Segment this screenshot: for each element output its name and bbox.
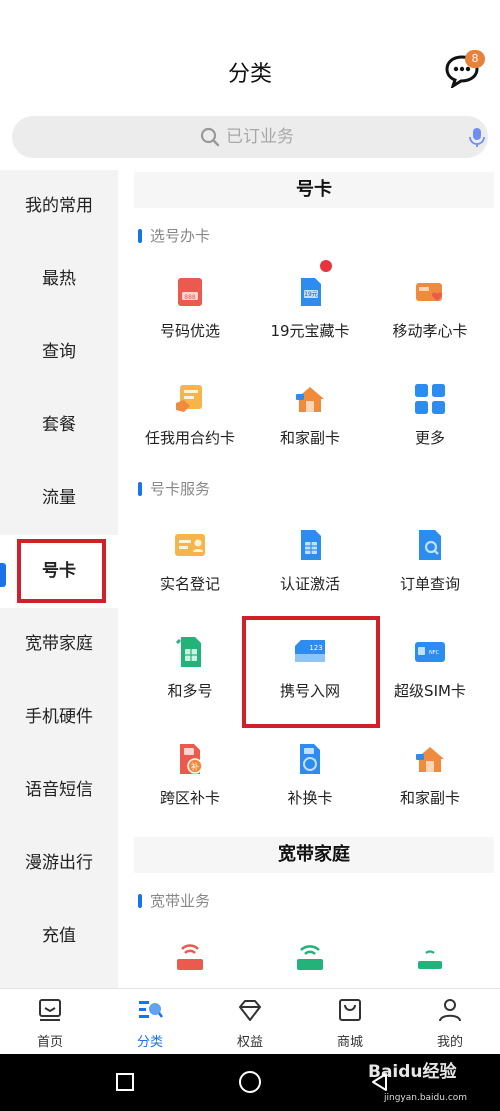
tab-mine[interactable]: 我的 [400, 989, 500, 1055]
svg-text:补: 补 [191, 762, 199, 772]
sidebar-item-roaming[interactable]: 漫游出行 [0, 827, 118, 900]
sidebar-item-query[interactable]: 查询 [0, 316, 118, 389]
sidebar-item-hardware[interactable]: 手机硬件 [0, 681, 118, 754]
highlight-box-port-in [242, 616, 380, 728]
sim-replace-icon: 补 [180, 744, 203, 774]
sidebar-item-voice-sms[interactable]: 语音短信 [0, 754, 118, 827]
router-small-icon [418, 950, 442, 969]
group-title-choose-number: 选号办卡 [138, 226, 210, 246]
microphone-icon[interactable] [466, 126, 488, 148]
category-icon [139, 1001, 163, 1018]
multi-number-icon [176, 637, 201, 667]
sidebar-item-recharge[interactable]: 充值 [0, 900, 118, 973]
header: 分类 8 [0, 0, 500, 106]
section-title-broadband: 宽带家庭 [134, 837, 494, 873]
wifi-router-icon [297, 945, 323, 970]
app-screen: 分类 8 我的常用 最热 查询 套餐 流量 号卡 宽带家庭 手机硬件 语音短 [0, 0, 500, 1111]
sidebar-item-hottest[interactable]: 最热 [0, 243, 118, 316]
watermark-url: jingyan.baidu.com [384, 1093, 468, 1103]
sim-swap-icon [300, 744, 320, 774]
service-cross-region-replace[interactable]: 补 跨区补卡 [130, 741, 250, 831]
nfc-sim-icon: NFC [415, 642, 445, 662]
group-title-broadband-services: 宽带业务 [138, 891, 210, 911]
service-auth-activate[interactable]: 认证激活 [250, 527, 370, 617]
service-filial-card[interactable]: 移动孝心卡 [370, 274, 490, 364]
sim-activate-icon [301, 530, 321, 560]
group-title-card-services: 号卡服务 [138, 479, 210, 499]
active-indicator [0, 563, 6, 587]
category-content: 号卡 选号办卡 888 号码优选 19元 19元宝藏卡 移动孝心卡 任我用合约卡… [118, 170, 500, 988]
tab-home[interactable]: 首页 [0, 989, 100, 1055]
sidebar-item-plans[interactable]: 套餐 [0, 389, 118, 462]
order-search-icon [419, 530, 441, 560]
family-house-icon [416, 747, 444, 772]
more-grid-icon [415, 384, 445, 414]
home-icon [39, 999, 61, 1021]
family-house-icon [296, 387, 324, 412]
page-title: 分类 [227, 62, 272, 87]
shop-bag-icon [339, 999, 361, 1021]
service-contract-card[interactable]: 任我用合约卡 [130, 381, 250, 471]
card-number-icon: 888 [178, 278, 202, 306]
service-replace-card[interactable]: 补换卡 [250, 741, 370, 831]
section-title-sim: 号卡 [134, 172, 494, 208]
tab-benefits[interactable]: 权益 [200, 989, 300, 1055]
service-number-select[interactable]: 888 号码优选 [130, 274, 250, 364]
service-19-treasure-card[interactable]: 19元 19元宝藏卡 [250, 260, 370, 364]
tab-mall[interactable]: 商城 [300, 989, 400, 1055]
watermark-logo: Baidu经验 [368, 1062, 457, 1082]
service-family-sub-card-2[interactable]: 和家副卡 [370, 741, 490, 831]
service-family-sub-card[interactable]: 和家副卡 [250, 381, 370, 471]
service-more[interactable]: 更多 [370, 381, 490, 471]
home-circle-icon[interactable] [238, 1070, 262, 1094]
user-icon [439, 999, 461, 1022]
service-real-name[interactable]: 实名登记 [130, 527, 250, 617]
service-order-query[interactable]: 订单查询 [370, 527, 490, 617]
contract-card-icon [176, 385, 202, 412]
highlight-box-sidebar [17, 539, 106, 603]
service-super-sim[interactable]: NFC 超级SIM卡 [370, 634, 490, 724]
message-badge: 8 [465, 50, 485, 68]
svg-text:19元: 19元 [304, 291, 318, 298]
sidebar-item-favorites[interactable]: 我的常用 [0, 170, 118, 243]
svg-text:NFC: NFC [429, 650, 440, 656]
new-dot [320, 260, 332, 272]
search-input[interactable] [226, 122, 376, 152]
sidebar-item-broadband[interactable]: 宽带家庭 [0, 608, 118, 681]
diamond-icon [239, 1000, 261, 1021]
sim-19-icon: 19元 [301, 278, 321, 306]
tab-category[interactable]: 分类 [100, 989, 200, 1055]
search-bar[interactable] [12, 116, 488, 158]
svg-text:888: 888 [184, 294, 196, 301]
router-icon [177, 944, 203, 970]
recent-apps-icon[interactable] [115, 1072, 135, 1092]
search-icon [200, 127, 220, 147]
sidebar-item-data[interactable]: 流量 [0, 462, 118, 535]
service-multi-number[interactable]: 和多号 [130, 634, 250, 724]
id-card-icon [175, 534, 205, 556]
bottom-tab-bar: 首页 分类 权益 商城 我的 [0, 988, 500, 1054]
heart-card-icon [416, 283, 442, 301]
